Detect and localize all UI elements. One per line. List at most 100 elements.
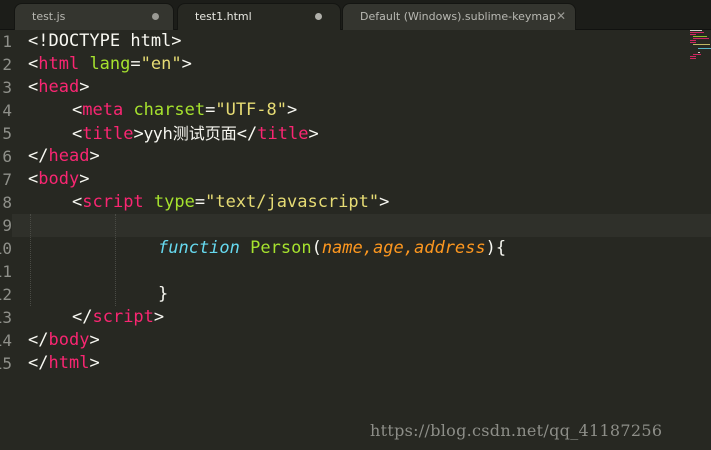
punct-token: = (205, 100, 216, 120)
tab-bar: test.js Default (Windows).sublime-keymap… (0, 0, 711, 31)
string-token: "en" (140, 54, 182, 74)
tag-token: script (92, 307, 154, 327)
keyword-token: function (158, 238, 240, 258)
punct-token: > (79, 169, 90, 189)
punct-token: </ (236, 124, 258, 144)
punct-token: } (158, 284, 169, 304)
code-line-2[interactable]: <html lang="en"> (28, 53, 192, 76)
punct-token: < (72, 124, 83, 144)
minimap-line (690, 56, 696, 57)
tag-token: script (82, 192, 144, 212)
minimap-line (690, 32, 704, 33)
code-line-3[interactable]: <head> (28, 76, 89, 99)
function-name-token: Person (250, 238, 312, 258)
code-line-1[interactable]: <!DOCTYPE html> (28, 30, 182, 53)
tag-token: meta (82, 100, 124, 120)
tab-default-keymap[interactable]: Default (Windows).sublime-keymap ✕ (342, 3, 576, 30)
tag-token: html (48, 353, 90, 373)
current-line-highlight (0, 214, 711, 237)
line-number: 5 (2, 124, 12, 143)
punct-token: < (28, 54, 39, 74)
attr-token: lang (79, 54, 131, 74)
punct-token: < (72, 100, 83, 120)
minimap-line (690, 42, 696, 43)
punct-token: > (89, 330, 100, 350)
minimap[interactable] (688, 30, 711, 80)
line-number: 6 (2, 147, 12, 166)
line-number: 2 (2, 55, 12, 74)
code-editor[interactable]: 1 2 3 4 5 6 7 8 9 10 11 12 13 14 15 <!DO… (0, 30, 711, 450)
tag-token: html (38, 54, 80, 74)
sublime-text-window: test.js Default (Windows).sublime-keymap… (0, 0, 711, 450)
punct-token: , (403, 238, 414, 258)
code-line-15[interactable]: </html> (28, 352, 100, 375)
punct-token: > (287, 100, 298, 120)
doctype-token: <!DOCTYPE html> (28, 31, 182, 51)
line-number: 4 (2, 101, 12, 120)
minimap-line (690, 34, 696, 35)
line-number: 14 (0, 331, 12, 350)
punct-token: < (28, 77, 39, 97)
line-number: 11 (0, 262, 12, 281)
punct-token: < (28, 169, 39, 189)
tab-test1-html[interactable]: test1.html (177, 3, 341, 31)
punct-token: </ (28, 330, 49, 350)
line-number: 7 (2, 170, 12, 189)
line-number: 15 (0, 354, 12, 373)
param-token: age (373, 238, 404, 258)
line-number: 3 (2, 78, 12, 97)
string-token: "text/javascript" (205, 192, 380, 212)
punct-token: , (362, 238, 374, 258)
attr-token: type (143, 192, 195, 212)
punct-token: > (308, 124, 319, 144)
param-token: address (413, 238, 486, 258)
attr-token: charset (123, 100, 206, 120)
indent-guide (30, 214, 31, 306)
watermark: https://blog.csdn.net/qq_41187256 (370, 421, 663, 440)
unsaved-dot-icon[interactable] (152, 13, 159, 20)
tab-test-js[interactable]: test.js (14, 3, 174, 30)
code-line-6[interactable]: </head> (28, 145, 100, 168)
text-token: yyh测试页面 (143, 124, 237, 143)
code-line-10[interactable]: function Person(name,age,address){ (158, 237, 506, 260)
minimap-line (693, 36, 707, 37)
code-line-5[interactable]: <title>yyh测试页面</title> (72, 122, 319, 145)
code-line-8[interactable]: <script type="text/javascript"> (72, 191, 389, 214)
tag-token: body (38, 169, 80, 189)
punct-token: > (153, 307, 165, 327)
line-number-gutter: 1 2 3 4 5 6 7 8 9 10 11 12 13 14 15 (0, 30, 12, 450)
tag-token: head (38, 77, 80, 97)
punct-token: </ (28, 353, 49, 373)
minimap-line (698, 48, 711, 49)
punct-token: = (130, 54, 141, 74)
punct-token: > (133, 124, 144, 144)
punct-token: = (194, 192, 206, 212)
code-line-12[interactable]: } (158, 283, 168, 306)
minimap-line (693, 44, 710, 45)
unsaved-dot-icon[interactable] (315, 13, 322, 20)
code-line-4[interactable]: <meta charset="UTF-8"> (72, 99, 297, 122)
line-number: 12 (0, 285, 12, 304)
param-token: name (321, 238, 363, 258)
tab-label: test.js (32, 10, 66, 23)
minimap-line (698, 52, 700, 53)
punct-token: < (72, 192, 83, 212)
punct-token: > (89, 146, 100, 166)
tag-token: body (48, 330, 90, 350)
code-line-13[interactable]: </script> (72, 306, 164, 329)
minimap-line (693, 38, 709, 39)
close-icon[interactable]: ✕ (556, 4, 566, 29)
minimap-line (690, 58, 696, 59)
tab-label: test1.html (195, 10, 252, 23)
code-line-14[interactable]: </body> (28, 329, 100, 352)
punct-token: </ (72, 307, 93, 327)
indent-guide (115, 214, 116, 306)
line-number: 10 (0, 239, 12, 258)
minimap-line (690, 40, 696, 41)
line-number: 1 (2, 32, 12, 51)
string-token: "UTF-8" (215, 100, 287, 120)
code-line-7[interactable]: <body> (28, 168, 89, 191)
tab-label: Default (Windows).sublime-keymap (360, 10, 556, 23)
tag-token: title (257, 124, 309, 144)
